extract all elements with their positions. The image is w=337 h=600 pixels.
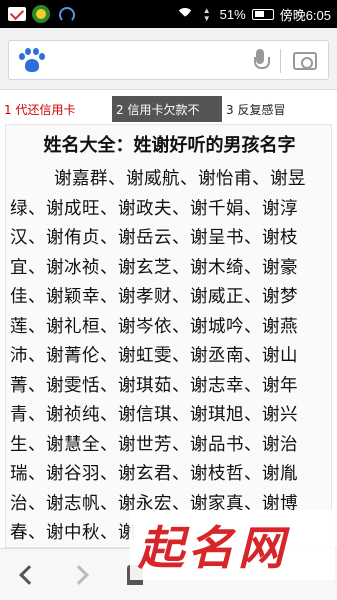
- article-title: 姓名大全：姓谢好听的男孩名字: [43, 135, 296, 156]
- battery-icon: [251, 9, 274, 20]
- text-line: 莲、谢礼桓、谢岑依、谢城吟、谢燕: [10, 316, 298, 337]
- name-list: 谢嘉群、谢威航、谢怡甫、谢昱 绿、谢成旺、谢政夫、谢千娟、谢淳 汉、谢侑贞、谢岳…: [10, 165, 330, 547]
- notification-icons: [8, 5, 75, 23]
- watermark-logo: 起名网: [130, 510, 335, 580]
- text-line: 宜、谢冰祯、谢玄芝、谢木绮、谢豪: [10, 257, 298, 278]
- text-line: 青、谢祯纯、谢信琪、谢琪旭、谢兴: [10, 405, 298, 425]
- text-line: 菁、谢雯恬、谢琪茹、谢志幸、谢年: [10, 375, 298, 396]
- text-line: 生、谢慧全、谢世芳、谢品书、谢治: [10, 434, 298, 455]
- article-content: 姓名大全：姓谢好听的男孩名字 谢嘉群、谢威航、谢怡甫、谢昱 绿、谢成旺、谢政夫、…: [5, 124, 332, 548]
- suggestion-bar: 1 代还信用卡 2 信用卡欠款不 3 反复感冒: [0, 96, 337, 122]
- suggestion-item[interactable]: 2 信用卡欠款不: [112, 96, 222, 122]
- suggestion-item[interactable]: 3 反复感冒: [226, 101, 285, 118]
- divider: [280, 49, 281, 73]
- wifi-icon: [175, 7, 194, 26]
- app-icon: [32, 5, 50, 23]
- status-bar: ▲ ▼ 51% 傍晚6:05: [0, 0, 337, 28]
- forward-arrow-icon[interactable]: [70, 563, 94, 587]
- text-line: 绿、谢成旺、谢政夫、谢千娟、谢淳: [10, 198, 298, 219]
- hotspot-icon: [56, 5, 75, 23]
- suggestion-item[interactable]: 1 代还信用卡: [4, 101, 75, 118]
- search-bar: [0, 28, 337, 90]
- microphone-icon[interactable]: [253, 49, 270, 73]
- text-line: 谢嘉群、谢威航、谢怡甫、谢昱: [54, 169, 306, 189]
- clock: 傍晚6:05: [279, 8, 331, 23]
- text-line: 瑞、谢谷羽、谢玄君、谢枝哲、谢胤: [10, 464, 298, 484]
- text-line: 佳、谢颖幸、谢孝财、谢威正、谢梦: [10, 287, 298, 307]
- mail-icon: [8, 7, 26, 21]
- status-right: ▲ ▼ 51% 傍晚6:05: [175, 5, 331, 26]
- text-line: 沛、谢菁伦、谢虹雯、谢丞南、谢山: [10, 346, 298, 366]
- text-line: 汉、谢侑贞、谢岳云、谢呈书、谢枝: [10, 228, 298, 248]
- back-arrow-icon[interactable]: [14, 563, 38, 587]
- watermark-text: 起名网: [138, 521, 288, 575]
- baidu-logo-icon[interactable]: [19, 48, 45, 74]
- network-type-icon: ▲ ▼: [202, 5, 211, 23]
- camera-icon[interactable]: [293, 52, 317, 70]
- battery-percent: 51%: [219, 7, 246, 22]
- search-input[interactable]: [8, 40, 329, 80]
